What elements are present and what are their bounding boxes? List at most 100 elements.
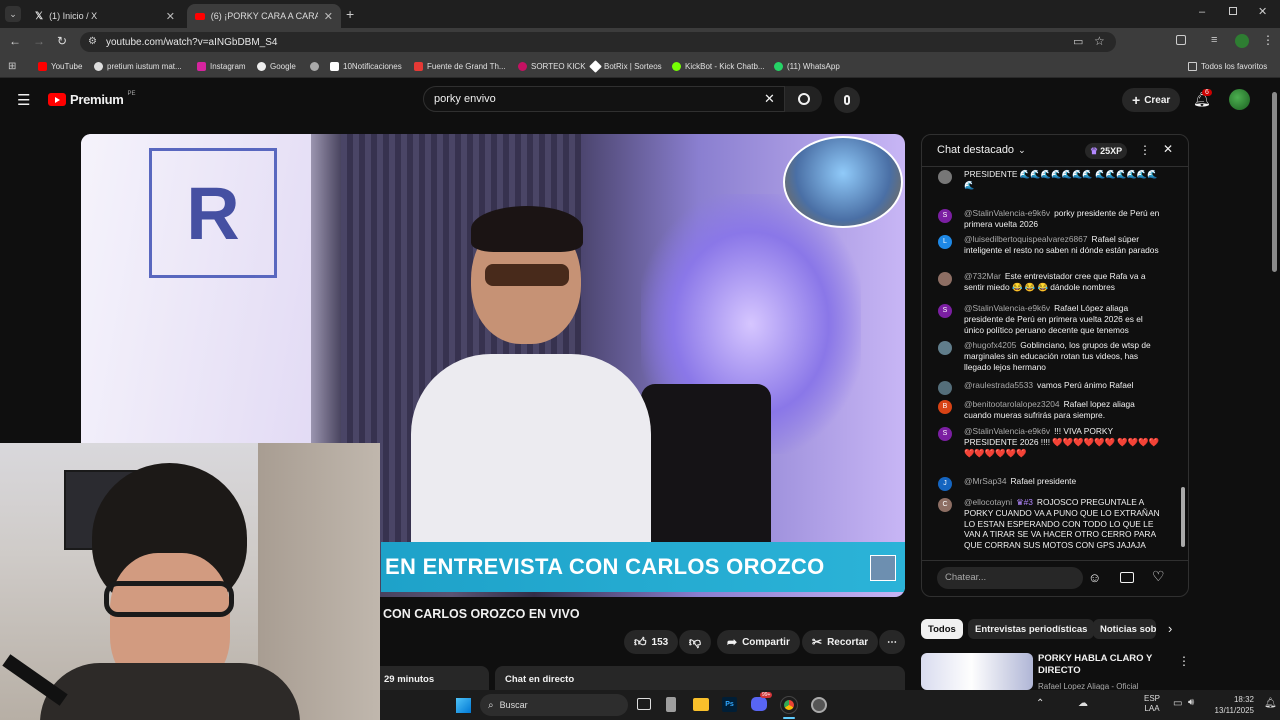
clip-button[interactable]: ✂ Recortar — [802, 630, 879, 654]
language-indicator[interactable]: ESP LAA — [1144, 694, 1160, 714]
bookmark-item[interactable]: Instagram — [197, 62, 246, 71]
network-icon[interactable]: ▭ — [1173, 698, 1182, 709]
profile-avatar[interactable] — [1235, 34, 1249, 48]
account-avatar[interactable] — [1229, 89, 1250, 110]
bookmark-item[interactable]: YouTube — [38, 62, 82, 71]
voice-search-button[interactable] — [834, 87, 860, 113]
share-icon: ➦ — [727, 635, 738, 649]
bookmark-item[interactable]: pretium iustum mat... — [94, 62, 182, 71]
clock[interactable]: 18:32 13/11/2025 — [1202, 694, 1254, 716]
volume-icon[interactable]: 🔊︎ — [1188, 697, 1194, 708]
xp-badge[interactable]: ♛ 25XP — [1085, 143, 1128, 159]
notification-bell-icon[interactable]: 🔔︎ — [1264, 698, 1277, 709]
search-button[interactable] — [785, 86, 822, 112]
chrome-icon[interactable] — [780, 696, 798, 714]
bookmark-item[interactable]: 10Notificaciones — [330, 62, 402, 71]
related-channel[interactable]: Rafael Lopez Aliaga - Oficial — [1038, 682, 1139, 690]
bookmark-item[interactable]: BotRix | Sorteos — [589, 60, 662, 73]
tab-youtube-active[interactable]: (6) ¡PORKY CARA A CARA CON ✕ — [187, 4, 341, 28]
chat-options-icon[interactable]: ⋮ — [1139, 143, 1151, 157]
search-icon: ⌕ — [488, 699, 494, 711]
heart-icon[interactable]: ♡ — [1152, 568, 1165, 585]
discord-icon[interactable] — [751, 697, 767, 711]
chip-news[interactable]: Noticias sob — [1093, 619, 1156, 639]
share-button[interactable]: ➦ Compartir — [717, 630, 800, 654]
forward-icon[interactable]: → — [33, 34, 45, 48]
chat-message: S @StalinValencia-e9k6v Rafael López alia… — [938, 303, 1163, 335]
close-icon[interactable]: ✕ — [166, 10, 175, 23]
file-explorer-icon[interactable] — [693, 698, 709, 711]
close-chat-icon[interactable]: ✕ — [1163, 142, 1173, 156]
tab-x-home[interactable]: 𝕏 (1) Inicio / X ✕ — [27, 4, 183, 28]
instagram-icon — [197, 62, 206, 71]
bookmark-star-icon[interactable]: ☆ — [1094, 34, 1105, 48]
app-icon[interactable] — [811, 697, 827, 713]
apps-icon[interactable]: ⊞ — [8, 61, 16, 72]
bookmark-item[interactable]: Google — [257, 62, 296, 71]
live-chat-replay-box[interactable]: Chat en directo — [495, 666, 905, 690]
chat-input[interactable]: Chatear... — [937, 567, 1083, 589]
chat-message: @raulestrada5533 vamos Perú ánimo Rafael — [938, 380, 1163, 395]
bookmark-item[interactable]: SORTEO KICK — [518, 62, 586, 71]
bookmark-item[interactable]: (11) WhatsApp — [774, 62, 840, 71]
avatar: S — [938, 427, 952, 441]
lower-third-banner: EN ENTREVISTA CON CARLOS OROZCO — [381, 542, 905, 592]
clear-search-icon[interactable]: ✕ — [764, 91, 775, 107]
minimize-icon[interactable]: – — [1199, 6, 1205, 18]
all-bookmarks[interactable]: Todos los favoritos — [1188, 62, 1267, 71]
related-thumbnail[interactable] — [921, 653, 1033, 690]
bookmark-item[interactable]: KickBot - Kick Chatb... — [672, 62, 765, 71]
chat-scrollbar[interactable] — [1181, 487, 1185, 547]
reload-icon[interactable]: ↻ — [57, 34, 67, 48]
close-window-icon[interactable]: ✕ — [1258, 5, 1267, 18]
cloud-icon[interactable]: ☁ — [1078, 698, 1088, 709]
emoji-icon[interactable]: ☺ — [1088, 570, 1101, 585]
chat-mode-dropdown[interactable]: Chat destacado ⌄ — [937, 144, 1026, 156]
chip-interviews[interactable]: Entrevistas periodísticas — [968, 619, 1095, 639]
tab-title: (6) ¡PORKY CARA A CARA CON — [210, 11, 318, 21]
chat-message: L @luisedilbertoquispealvarez6867 Rafael … — [938, 234, 1163, 256]
related-title[interactable]: PORKY HABLA CLARO Y DIRECTO — [1038, 653, 1168, 677]
back-icon[interactable]: ← — [9, 34, 21, 48]
more-actions-button[interactable]: ⋯ — [879, 630, 905, 654]
chat-message: C @ellocotayni ♛#3 ROJOSCO PREGUNTALE A PO… — [938, 497, 1163, 551]
chat-message: @hugofx4205 Goblinciano, los grupos de wt… — [938, 340, 1163, 372]
cast-icon[interactable]: ▭ — [1073, 35, 1083, 48]
hamburger-menu-icon[interactable]: ☰ — [17, 91, 30, 109]
scissors-icon: ✂ — [812, 635, 823, 649]
extensions-icon[interactable] — [1176, 35, 1186, 45]
tab-search-button[interactable]: ⌄ — [5, 6, 21, 22]
x-icon — [330, 62, 339, 71]
related-more-icon[interactable]: ⋮ — [1178, 654, 1190, 668]
photoshop-icon[interactable]: Ps — [722, 697, 737, 712]
new-tab-button[interactable]: + — [346, 6, 354, 22]
address-bar[interactable]: ⚙ youtube.com/watch?v=aINGbDBM_S4 ▭ ☆ — [80, 32, 1116, 52]
bookmark-item[interactable]: Fuente de Grand Th... — [414, 62, 506, 71]
page-scrollbar[interactable] — [1272, 92, 1277, 272]
youtube-logo[interactable]: Premium PE — [48, 91, 136, 107]
microphone-icon — [844, 95, 850, 105]
bookmark-item[interactable] — [310, 62, 319, 71]
menu-icon[interactable]: ⋮ — [1262, 33, 1274, 47]
maximize-icon[interactable] — [1229, 7, 1237, 15]
tray-chevron-icon[interactable]: ⌃ — [1036, 698, 1044, 709]
like-button[interactable]: 👍︎ 153 — [624, 630, 678, 654]
description-box[interactable]: 29 minutos — [380, 666, 489, 690]
taskbar-search[interactable]: ⌕ Buscar — [480, 694, 628, 716]
avatar — [938, 381, 952, 395]
super-chat-icon[interactable] — [1120, 572, 1134, 583]
chair — [641, 384, 771, 564]
create-button[interactable]: + Crear — [1122, 88, 1181, 112]
chevron-right-icon[interactable]: › — [1168, 621, 1172, 636]
task-view-icon[interactable] — [637, 698, 651, 710]
dislike-button[interactable]: 👎︎ — [679, 630, 711, 654]
reading-list-icon[interactable]: ≡ — [1211, 34, 1217, 46]
close-icon[interactable]: ✕ — [324, 10, 333, 23]
start-icon[interactable] — [456, 698, 471, 713]
globe-icon — [94, 62, 103, 71]
chip-all[interactable]: Todos — [921, 619, 963, 639]
site-info-icon[interactable]: ⚙ — [88, 36, 97, 47]
app-icon[interactable] — [666, 697, 676, 712]
search-input[interactable]: porky envivo ✕ — [423, 86, 785, 112]
chat-message: S @StalinValencia-e9k6v porky presidente … — [938, 208, 1163, 230]
